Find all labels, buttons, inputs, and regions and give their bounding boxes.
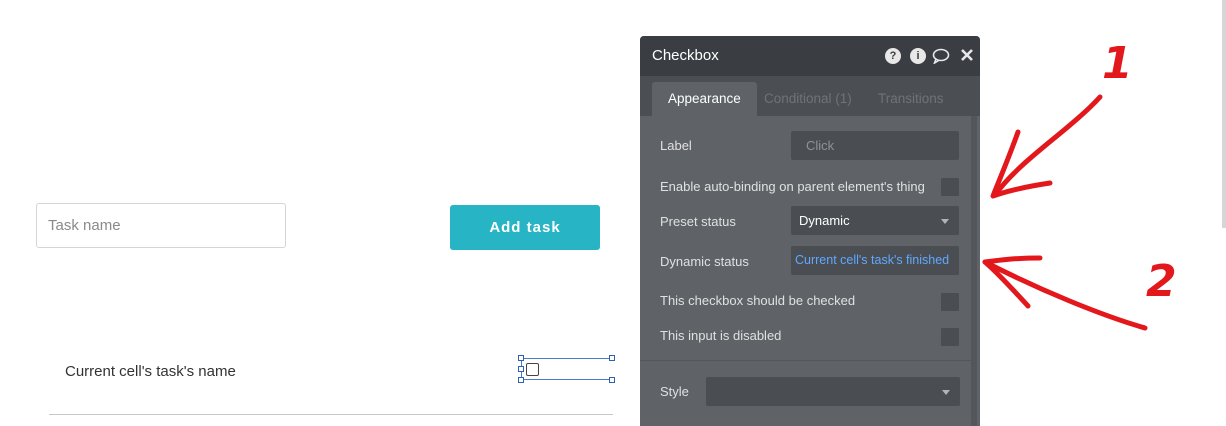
cell-task-name-text: Current cell's task's name <box>65 363 236 380</box>
close-icon[interactable] <box>959 48 975 64</box>
resize-handle-bl[interactable] <box>518 377 524 383</box>
panel-scrollbar[interactable] <box>971 116 977 426</box>
canvas-checkbox[interactable] <box>526 363 539 376</box>
should-be-checked-checkbox[interactable] <box>941 293 959 311</box>
annotation-number-2: 2 <box>1146 256 1177 307</box>
annotation-arrow-2 <box>982 259 1148 331</box>
annotation-arrow-2-head <box>982 255 1043 309</box>
input-disabled-label: This input is disabled <box>660 328 782 343</box>
row-divider <box>49 414 613 415</box>
label-field-label: Label <box>660 138 692 153</box>
auto-binding-checkbox[interactable] <box>941 178 959 196</box>
auto-binding-label: Enable auto-binding on parent element's … <box>660 179 925 194</box>
info-icon[interactable]: i <box>910 48 926 64</box>
style-label: Style <box>660 384 689 399</box>
selection-line-top <box>521 358 613 359</box>
add-task-button[interactable]: Add task <box>450 205 600 250</box>
resize-handle-tl[interactable] <box>518 355 524 361</box>
preset-status-value: Dynamic <box>799 213 850 228</box>
tab-appearance[interactable]: Appearance <box>652 82 757 116</box>
dynamic-status-label: Dynamic status <box>660 254 749 269</box>
tab-conditional[interactable]: Conditional (1) <box>764 82 852 116</box>
should-be-checked-label: This checkbox should be checked <box>660 293 856 308</box>
panel-tab-bar: Appearance Conditional (1) Transitions <box>640 76 980 116</box>
style-select[interactable] <box>706 377 960 406</box>
preset-status-select[interactable]: Dynamic <box>791 206 959 235</box>
dynamic-status-expression[interactable]: Current cell's task's finished <box>791 246 959 275</box>
comment-icon[interactable] <box>932 48 950 65</box>
resize-handle-br[interactable] <box>609 377 615 383</box>
page-scrollbar[interactable] <box>1222 0 1226 228</box>
annotation-number-1: 1 <box>1102 38 1133 89</box>
preset-status-label: Preset status <box>660 214 736 229</box>
annotation-arrow-1 <box>992 94 1103 198</box>
panel-header: Checkbox ? i <box>640 36 980 76</box>
panel-title: Checkbox <box>652 47 719 64</box>
help-icon[interactable]: ? <box>885 48 901 64</box>
checkbox-property-panel: Checkbox ? i Appearance Conditional (1) … <box>640 36 980 426</box>
input-disabled-checkbox[interactable] <box>941 328 959 346</box>
label-field-input[interactable] <box>791 131 959 160</box>
chevron-down-icon <box>942 390 950 395</box>
resize-handle-ml[interactable] <box>518 366 524 372</box>
panel-divider <box>640 360 974 361</box>
chevron-down-icon <box>941 219 949 224</box>
selection-line-bottom <box>521 379 613 380</box>
task-name-input[interactable] <box>36 203 286 248</box>
resize-handle-tr[interactable] <box>609 355 615 361</box>
annotation-arrow-1-head <box>990 129 1053 199</box>
tab-transitions[interactable]: Transitions <box>878 82 944 116</box>
